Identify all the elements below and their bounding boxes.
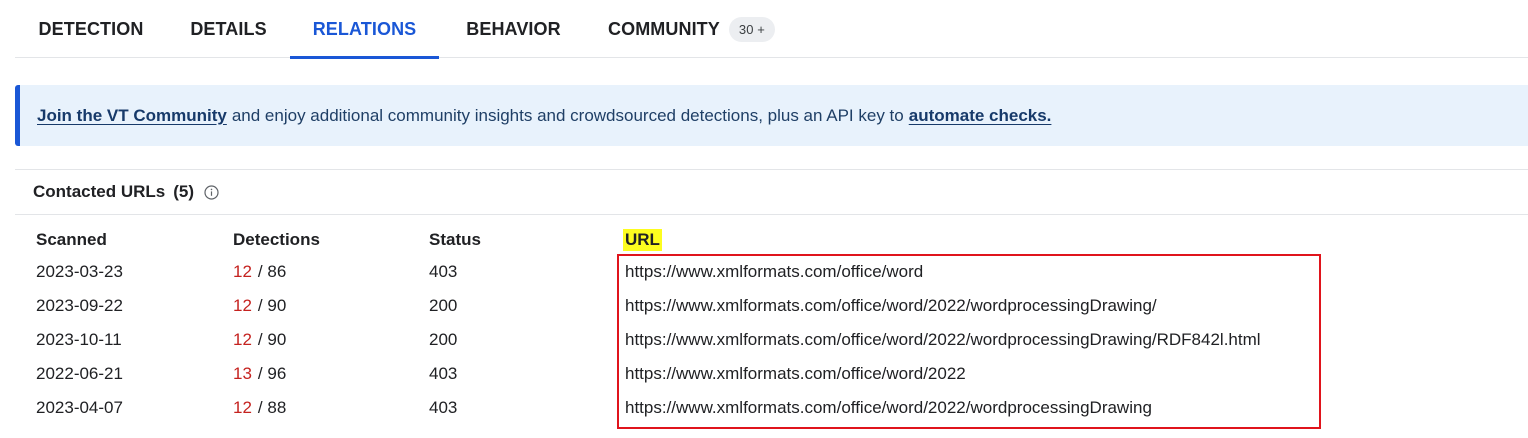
cell-detections: 12 / 86 bbox=[233, 255, 286, 289]
tab-detection-label: DETECTION bbox=[38, 18, 144, 39]
tab-community-label: COMMUNITY bbox=[608, 18, 720, 39]
divider bbox=[15, 214, 1528, 215]
tab-detection[interactable]: DETECTION bbox=[15, 0, 167, 58]
section-title-text: Contacted URLs bbox=[33, 182, 166, 201]
cell-scanned: 2023-04-07 bbox=[36, 398, 123, 417]
cell-status: 403 bbox=[429, 364, 458, 383]
detection-total: / 90 bbox=[257, 330, 287, 349]
tab-details-label: DETAILS bbox=[190, 18, 267, 39]
cell-status: 200 bbox=[429, 296, 458, 315]
section-count: (5) bbox=[173, 182, 195, 201]
cell-detections: 13 / 96 bbox=[233, 357, 286, 391]
banner-text: and enjoy additional community insights … bbox=[231, 105, 904, 125]
tab-details[interactable]: DETAILS bbox=[167, 0, 290, 58]
cell-detections: 12 / 90 bbox=[233, 323, 286, 357]
detection-hits: 13 bbox=[233, 364, 252, 383]
detection-total: / 88 bbox=[257, 398, 287, 417]
header-scanned[interactable]: Scanned bbox=[36, 228, 107, 252]
community-banner: Join the VT Community and enjoy addition… bbox=[15, 85, 1528, 146]
detection-total: / 90 bbox=[257, 296, 287, 315]
community-count-badge: 30 + bbox=[728, 16, 775, 42]
header-url-label: URL bbox=[623, 229, 662, 251]
cell-scanned: 2023-09-22 bbox=[36, 296, 123, 315]
join-community-link[interactable]: Join the VT Community bbox=[37, 106, 227, 126]
detection-total: / 86 bbox=[257, 262, 287, 281]
cell-status: 403 bbox=[429, 398, 458, 417]
cell-detections: 12 / 88 bbox=[233, 391, 286, 425]
tab-relations-label: RELATIONS bbox=[312, 18, 417, 39]
cell-scanned: 2023-10-11 bbox=[36, 330, 122, 349]
tab-behavior[interactable]: BEHAVIOR bbox=[439, 0, 588, 58]
cell-scanned: 2022-06-21 bbox=[36, 364, 123, 383]
tab-community[interactable]: COMMUNITY 30 + bbox=[588, 0, 784, 58]
tab-behavior-label: BEHAVIOR bbox=[466, 18, 561, 39]
divider bbox=[15, 169, 1528, 170]
cell-status: 200 bbox=[429, 330, 458, 349]
cell-scanned: 2023-03-23 bbox=[36, 262, 123, 281]
tab-relations[interactable]: RELATIONS bbox=[290, 0, 439, 59]
detection-total: / 96 bbox=[257, 364, 287, 383]
tab-bar: DETECTION DETAILS RELATIONS BEHAVIOR COM… bbox=[15, 0, 1528, 59]
detection-hits: 12 bbox=[233, 330, 252, 349]
cell-detections: 12 / 90 bbox=[233, 289, 286, 323]
cell-status: 403 bbox=[429, 262, 458, 281]
detection-hits: 12 bbox=[233, 262, 252, 281]
section-title: Contacted URLs (5) bbox=[33, 181, 219, 203]
header-status[interactable]: Status bbox=[429, 228, 481, 252]
header-detections[interactable]: Detections bbox=[233, 228, 320, 252]
header-url[interactable]: URL bbox=[623, 228, 662, 252]
detection-hits: 12 bbox=[233, 296, 252, 315]
automate-checks-link[interactable]: automate checks. bbox=[909, 106, 1052, 126]
info-circle-icon[interactable] bbox=[204, 184, 219, 200]
url-highlight-box bbox=[617, 254, 1321, 429]
detection-hits: 12 bbox=[233, 398, 252, 417]
